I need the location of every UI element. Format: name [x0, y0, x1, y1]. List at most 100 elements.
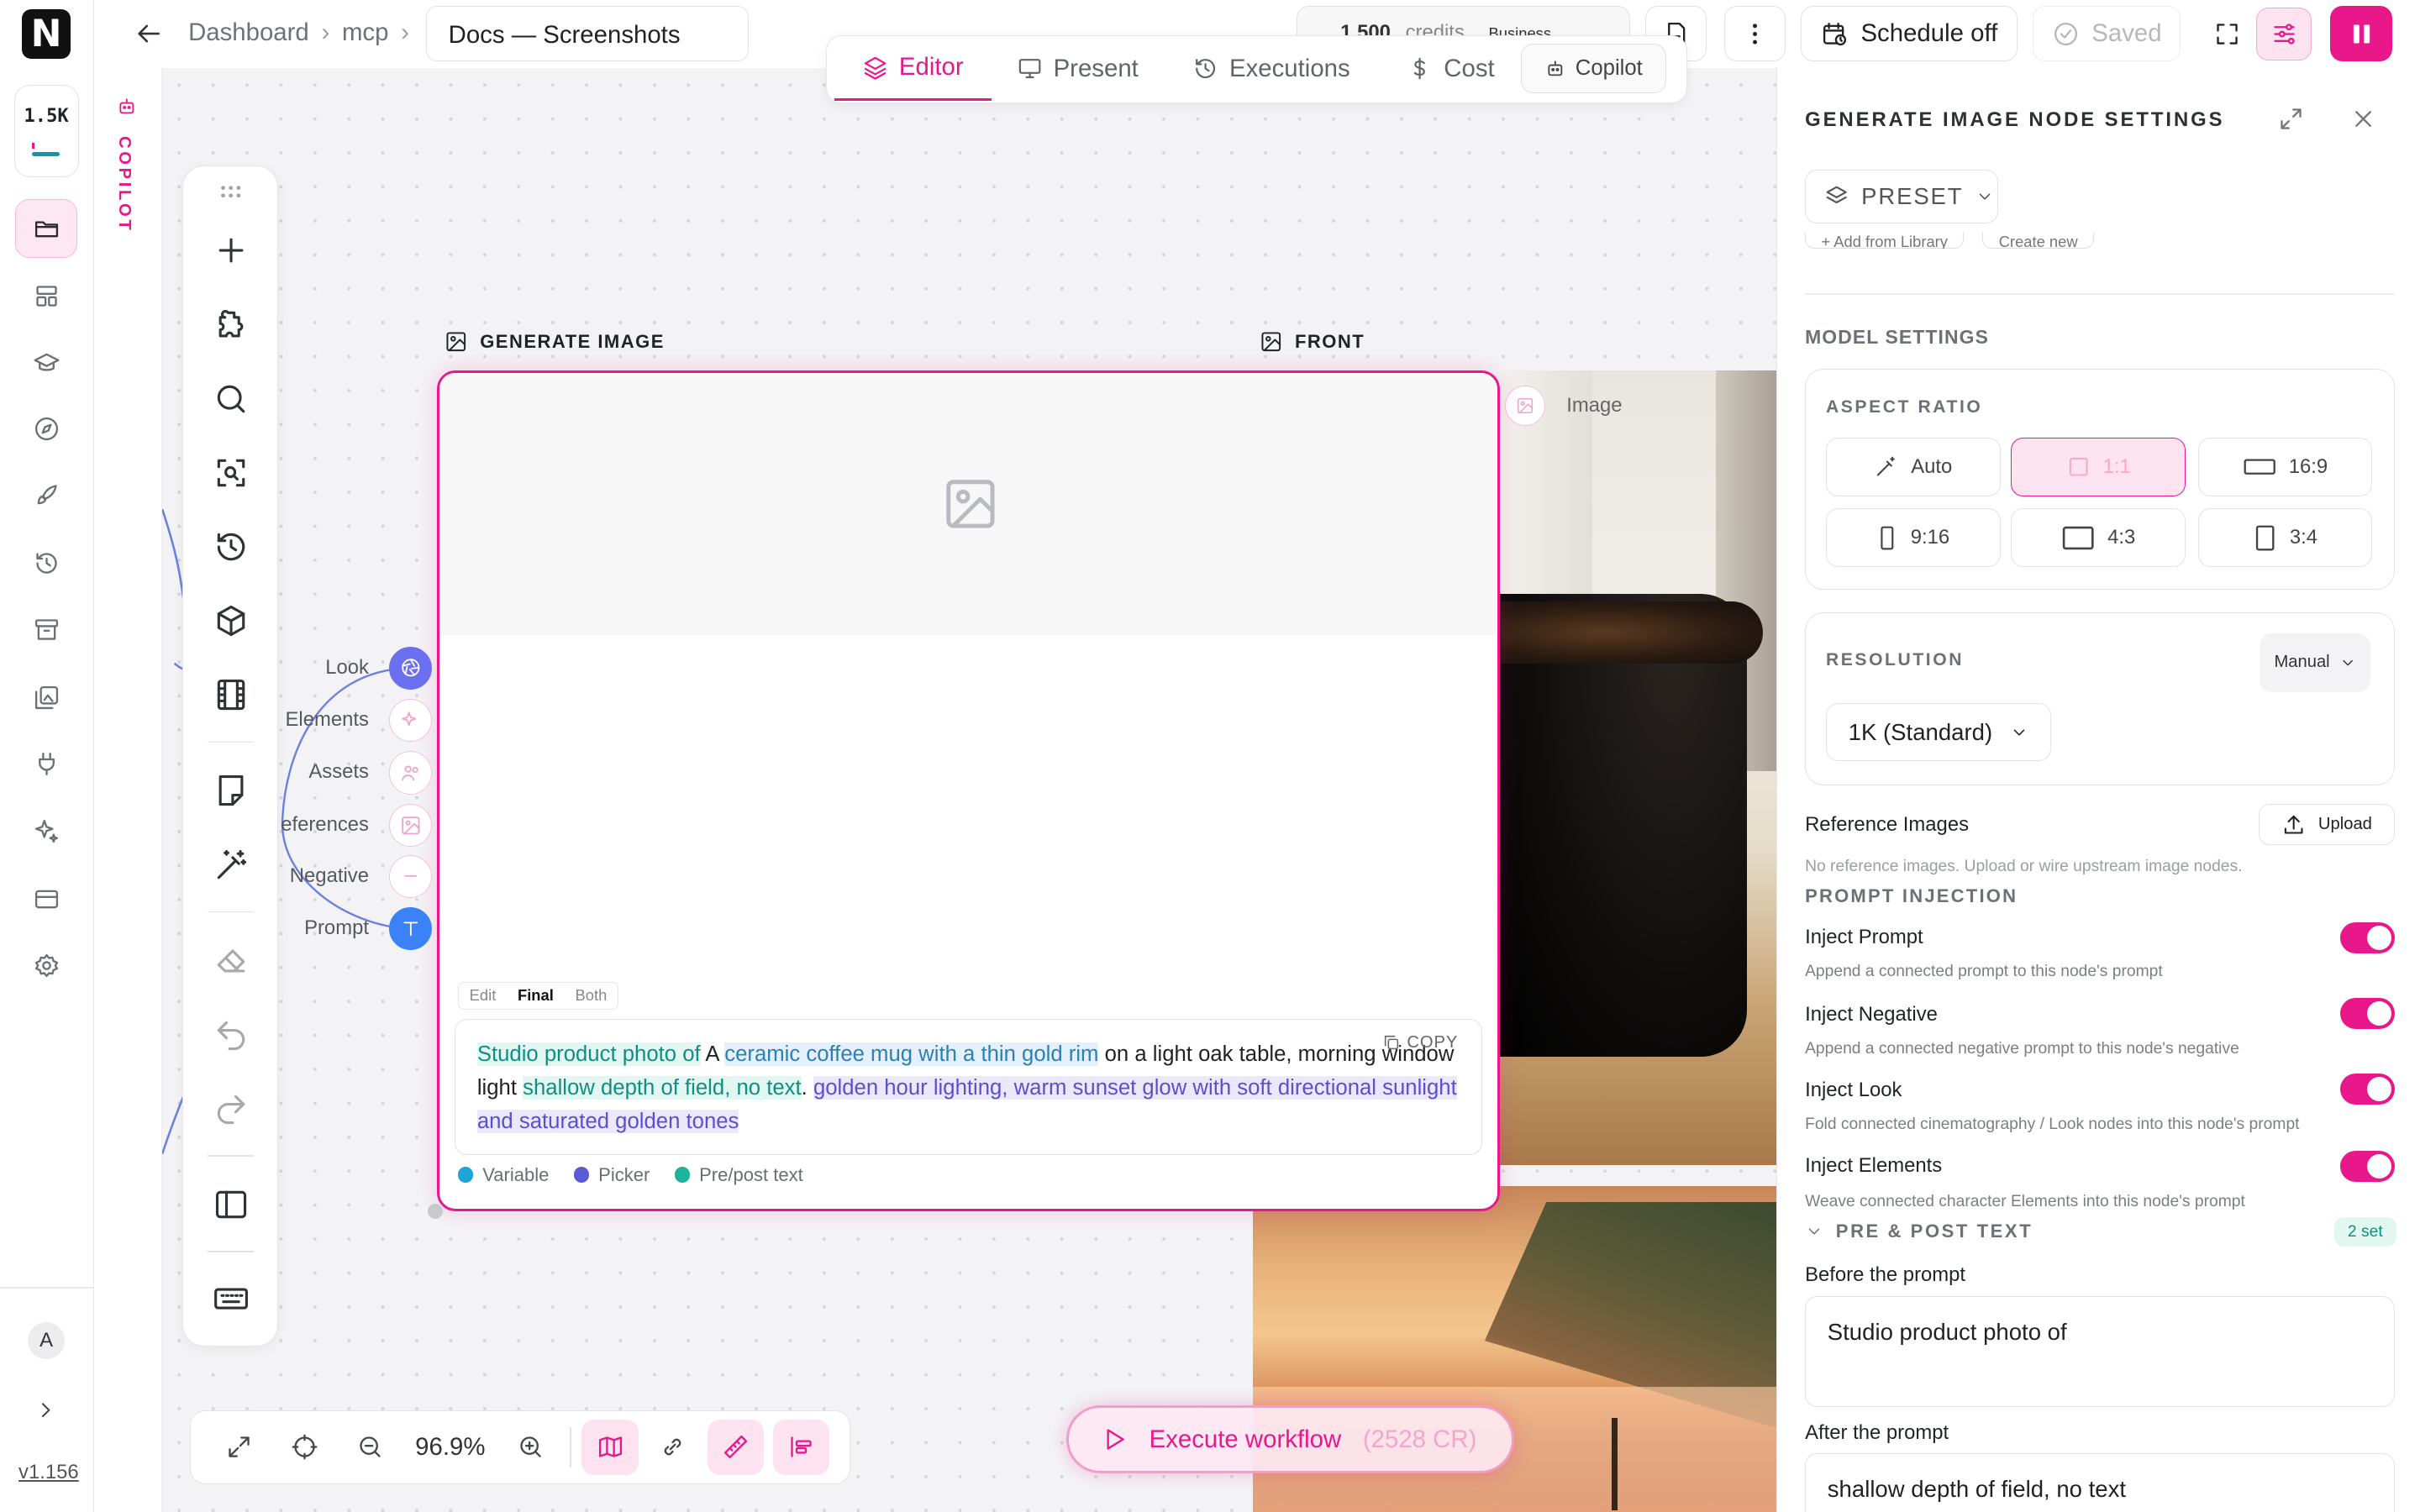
add-icon[interactable]	[213, 232, 250, 269]
upload-icon	[2284, 815, 2303, 834]
front-node-title[interactable]: FRONT	[1260, 330, 1365, 354]
eraser-icon[interactable]	[213, 942, 250, 979]
expand-icon[interactable]	[2277, 105, 2305, 133]
copilot-button[interactable]: Copilot	[1521, 44, 1666, 94]
rocket-icon[interactable]	[15, 466, 76, 525]
ruler-icon[interactable]	[707, 1419, 764, 1475]
segment-edit[interactable]: Edit	[459, 983, 507, 1009]
note-icon[interactable]	[213, 772, 250, 809]
more-menu-button[interactable]	[1723, 6, 1786, 62]
aspect-9-16-button[interactable]: 9:16	[1825, 508, 2001, 568]
zoom-in-icon[interactable]	[498, 1420, 564, 1475]
prompt-preview[interactable]: Studio product photo of A ceramic coffee…	[455, 1019, 1483, 1155]
film-icon[interactable]	[213, 676, 250, 713]
plug-icon[interactable]	[15, 734, 76, 793]
compass-icon[interactable]	[15, 400, 76, 459]
breadcrumb-mcp[interactable]: mcp	[342, 18, 389, 47]
magic-wand-icon[interactable]	[213, 847, 250, 884]
zoom-out-icon[interactable]	[337, 1420, 402, 1475]
preset-dropdown[interactable]: PRESET	[1805, 170, 1998, 224]
redo-icon[interactable]	[213, 1090, 250, 1127]
folder-icon[interactable]	[15, 198, 77, 258]
aspect-auto-button[interactable]: Auto	[1825, 437, 2001, 496]
create-new-button[interactable]: Create new	[1982, 233, 2094, 249]
aspect-1-1-button[interactable]: 1:1	[2011, 437, 2186, 496]
split-view-button[interactable]	[2330, 6, 2392, 62]
inject-prompt-toggle[interactable]	[2340, 922, 2395, 954]
after-prompt-input[interactable]: shallow depth of field, no text	[1805, 1453, 2395, 1512]
inject-negative-toggle[interactable]	[2340, 998, 2395, 1030]
inject-elements-label: Inject Elements	[1805, 1153, 1943, 1177]
crosshair-icon[interactable]	[271, 1420, 337, 1475]
aspect-3-4-button[interactable]: 3:4	[2197, 508, 2373, 568]
sparkles-icon[interactable]	[15, 802, 76, 861]
tab-present[interactable]: Present	[1017, 36, 1139, 101]
close-icon[interactable]	[2349, 105, 2377, 133]
user-avatar[interactable]: A	[28, 1322, 66, 1360]
token-legend: Variable Picker Pre/post text	[457, 1164, 803, 1186]
keyboard-icon[interactable]	[213, 1280, 250, 1317]
history-icon[interactable]	[213, 528, 250, 565]
resize-handle[interactable]	[427, 1203, 444, 1219]
schedule-button[interactable]: Schedule off	[1801, 6, 2018, 62]
zoom-level[interactable]: 96.9%	[402, 1433, 497, 1462]
tab-editor[interactable]: Editor	[834, 36, 992, 102]
add-from-library-button[interactable]: + Add from Library	[1805, 233, 1965, 249]
puzzle-icon[interactable]	[213, 307, 250, 344]
drag-handle-icon[interactable]	[218, 185, 243, 200]
tab-cost[interactable]: Cost	[1407, 36, 1495, 101]
aspect-16-9-button[interactable]: 16:9	[2197, 437, 2373, 496]
look-port[interactable]	[388, 646, 433, 690]
settings-gear-icon[interactable]	[15, 937, 76, 995]
fit-view-icon[interactable]	[206, 1420, 271, 1475]
credit-card-icon[interactable]	[15, 870, 76, 929]
execute-workflow-button[interactable]: Execute workflow (2528 CR)	[1066, 1405, 1514, 1474]
document-title-input[interactable]: Docs — Screenshots	[425, 6, 749, 62]
image-output-port[interactable]: Image	[1504, 386, 1623, 426]
inject-elements-toggle[interactable]	[2340, 1151, 2395, 1182]
generate-image-node[interactable]: Edit Final Both Studio product photo of …	[436, 370, 1501, 1211]
fullscreen-button[interactable]	[2196, 6, 2259, 62]
inject-look-toggle[interactable]	[2340, 1074, 2395, 1105]
settings-panel-toggle[interactable]	[2256, 8, 2312, 60]
layers-icon	[1826, 186, 1847, 204]
focus-search-icon[interactable]	[213, 454, 250, 491]
breadcrumb-dashboard[interactable]: Dashboard	[188, 18, 309, 47]
resolution-mode-dropdown[interactable]: Manual	[2260, 633, 2371, 692]
segment-final[interactable]: Final	[507, 983, 565, 1009]
front-image-preview[interactable]	[1500, 370, 1777, 1165]
negative-port[interactable]	[388, 854, 433, 898]
upload-button[interactable]: Upload	[2259, 803, 2395, 846]
minimap-icon[interactable]	[581, 1419, 639, 1475]
assets-port[interactable]	[388, 751, 433, 795]
chevron-right-icon[interactable]	[34, 1398, 58, 1422]
node-title[interactable]: GENERATE IMAGE	[445, 330, 665, 354]
segment-both[interactable]: Both	[565, 983, 618, 1009]
back-arrow-icon[interactable]	[133, 15, 164, 52]
align-icon[interactable]	[772, 1419, 830, 1475]
graduation-cap-icon[interactable]	[15, 333, 76, 392]
link-icon[interactable]	[643, 1420, 702, 1475]
cube-icon[interactable]	[213, 602, 250, 639]
undo-icon[interactable]	[213, 1016, 250, 1053]
layout-icon[interactable]	[15, 267, 76, 326]
archive-icon[interactable]	[15, 600, 76, 659]
inject-negative-label: Inject Negative	[1805, 1002, 1938, 1026]
resolution-select[interactable]: 1K (Standard)	[1825, 702, 2052, 762]
image-stack-icon[interactable]	[15, 668, 76, 727]
history-icon[interactable]	[15, 533, 76, 592]
robot-icon[interactable]	[116, 96, 138, 118]
pre-post-section-toggle[interactable]: PRE & POST TEXT	[1805, 1221, 2033, 1242]
search-icon[interactable]	[213, 381, 250, 417]
version-label[interactable]: v1.156	[18, 1461, 79, 1484]
sidebar-panel-icon[interactable]	[213, 1186, 250, 1223]
credits-chip[interactable]: 1.5K	[13, 85, 79, 178]
app-logo[interactable]: N	[21, 9, 71, 59]
aspect-4-3-button[interactable]: 4:3	[2011, 508, 2186, 568]
tab-executions[interactable]: Executions	[1192, 36, 1350, 101]
credits-bar	[31, 151, 60, 157]
copilot-strip[interactable]	[94, 67, 162, 1512]
copilot-label[interactable]: COPILOT	[114, 136, 134, 233]
before-prompt-input[interactable]: Studio product photo of	[1805, 1295, 2395, 1408]
copy-button[interactable]: COPY	[1382, 1033, 1458, 1053]
